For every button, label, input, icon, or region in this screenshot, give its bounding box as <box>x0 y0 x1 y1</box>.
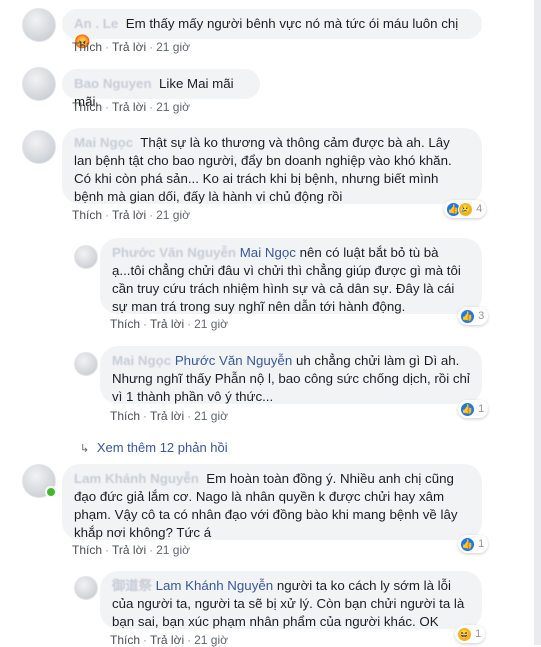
avatar[interactable] <box>74 352 98 376</box>
see-more-label: Xem thêm 12 phản hồi <box>96 440 228 455</box>
reaction-count[interactable]: 👍 1 <box>458 400 489 418</box>
reply-link[interactable]: Trả lời <box>150 409 184 423</box>
comment-bubble: Lam Khánh Nguyễn Em hoàn toàn đồng ý. Nh… <box>62 464 482 540</box>
online-status-indicator <box>45 486 57 498</box>
like-link[interactable]: Thích <box>72 100 102 114</box>
like-link[interactable]: Thích <box>72 543 102 557</box>
reaction-number: 3 <box>478 310 485 322</box>
reaction-number: 1 <box>478 403 485 415</box>
comment-author[interactable]: Mai Ngọc <box>112 353 171 368</box>
comment-time[interactable]: 21 giờ <box>156 543 190 557</box>
reply-bubble: 御道祭 Lam Khánh Nguyễn người ta ko cách ly… <box>100 571 482 629</box>
avatar[interactable] <box>22 67 56 101</box>
reply-arrow-icon: ↳ <box>80 443 90 455</box>
reaction-count[interactable]: 😆 1 <box>455 625 486 643</box>
comment-actions: Thích · Trả lời · 21 giờ <box>72 40 190 54</box>
comment-actions: Thích · Trả lời · 21 giờ <box>72 100 190 114</box>
comment-author[interactable]: An . Le <box>74 16 118 31</box>
like-link[interactable]: Thích <box>110 409 140 423</box>
like-link[interactable]: Thích <box>110 317 140 331</box>
reply-link[interactable]: Trả lời <box>112 208 146 222</box>
like-icon: 👍 <box>460 536 475 552</box>
comment-actions: Thích · Trả lời · 21 giờ <box>110 409 228 423</box>
comment-actions: Thích · Trả lời · 21 giờ <box>110 317 228 331</box>
reply-link[interactable]: Trả lời <box>112 100 146 114</box>
comment-author[interactable]: Lam Khánh Nguyễn <box>74 471 199 486</box>
like-icon: 👍 <box>460 308 475 324</box>
reaction-count[interactable]: 👍 😢 4 <box>444 200 487 218</box>
reply-link[interactable]: Trả lời <box>112 543 146 557</box>
comment-actions: Thích · Trả lời · 21 giờ <box>72 543 190 557</box>
comment-time[interactable]: 21 giờ <box>156 100 190 114</box>
comment-author[interactable]: Phước Văn Nguyễn <box>112 245 236 260</box>
page-scroll-edge <box>534 0 541 645</box>
like-icon: 👍 <box>460 401 475 417</box>
comment-time[interactable]: 21 giờ <box>156 40 190 54</box>
reply-bubble: Mai Ngọc Phước Văn Nguyễn uh chẳng chửi … <box>100 346 482 404</box>
see-more-replies[interactable]: ↳ Xem thêm 12 phản hồi <box>80 440 228 455</box>
avatar[interactable] <box>22 130 56 164</box>
comment-time[interactable]: 21 giờ <box>156 208 190 222</box>
avatar[interactable] <box>74 576 98 600</box>
reaction-number: 1 <box>478 538 485 550</box>
comment-bubble: Mai Ngọc Thật sự là ko thương và thông c… <box>62 128 482 204</box>
comment-author[interactable]: Bao Nguyen <box>74 76 152 91</box>
comment-bubble: An . Le Em thấy mấy người bênh vực nó mà… <box>62 9 482 49</box>
avatar[interactable] <box>74 245 98 269</box>
mention-link[interactable]: Mai Ngọc <box>240 245 296 260</box>
comment-actions: Thích · Trả lời · 21 giờ <box>72 208 190 222</box>
reaction-number: 4 <box>476 203 483 215</box>
mention-link[interactable]: Lam Khánh Nguyễn <box>156 578 274 593</box>
mention-link[interactable]: Phước Văn Nguyễn <box>175 353 292 368</box>
reply-link[interactable]: Trả lời <box>112 40 146 54</box>
sad-icon: 😢 <box>458 201 473 217</box>
avatar[interactable] <box>22 8 56 42</box>
comment-author[interactable]: Mai Ngọc <box>74 135 133 150</box>
reply-link[interactable]: Trả lời <box>150 317 184 331</box>
reaction-count[interactable]: 👍 1 <box>458 535 489 553</box>
comment-author[interactable]: 御道祭 <box>112 578 152 593</box>
haha-icon: 😆 <box>457 626 472 642</box>
reaction-count[interactable]: 👍 3 <box>458 307 489 325</box>
comment-time[interactable]: 21 giờ <box>194 409 228 423</box>
like-link[interactable]: Thích <box>72 208 102 222</box>
comment-bubble: Bao Nguyen Like Mai mãi mãi. <box>62 69 260 109</box>
reaction-number: 1 <box>475 628 482 640</box>
comment-time[interactable]: 21 giờ <box>194 317 228 331</box>
reply-bubble: Phước Văn Nguyễn Mai Ngọc nên có luật bắ… <box>100 238 482 314</box>
like-link[interactable]: Thích <box>72 40 102 54</box>
